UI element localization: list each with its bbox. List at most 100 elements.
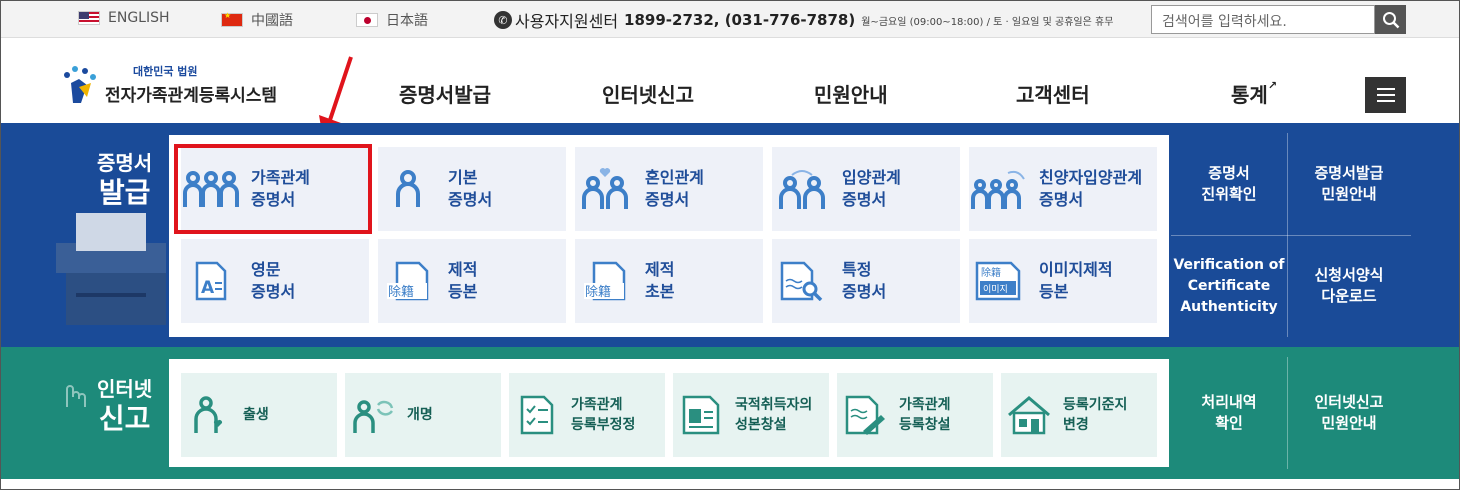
tile-line: 국적취득자의 bbox=[735, 397, 813, 413]
tile-line: 등록기준지 bbox=[1063, 397, 1128, 413]
side-line: 확인 bbox=[1215, 414, 1243, 432]
removed-register-icon: 除籍 bbox=[387, 261, 429, 301]
nav-customer-center[interactable]: 고객센터 bbox=[1016, 79, 1090, 108]
certificate-guide-link[interactable]: 증명서발급 민원안내 bbox=[1288, 133, 1410, 235]
tile-marriage-certificate[interactable]: 혼인관계 증명서 bbox=[575, 147, 763, 231]
side-line: 증명서 bbox=[1208, 164, 1250, 182]
tile-line: 등록부정정 bbox=[571, 417, 636, 433]
side-line: 진위확인 bbox=[1201, 185, 1257, 203]
tile-line: 입양관계 bbox=[842, 168, 901, 187]
tile-basic-certificate[interactable]: 기본 증명서 bbox=[378, 147, 566, 231]
tile-naturalized-surname-creation[interactable]: 국적취득자의 성본창설 bbox=[673, 373, 829, 457]
nav-internet-report[interactable]: 인터넷신고 bbox=[602, 79, 694, 108]
search-button[interactable] bbox=[1375, 5, 1406, 34]
tile-adoption-certificate[interactable]: 입양관계 증명서 bbox=[772, 147, 960, 231]
tile-specific-certificate[interactable]: 특정 증명서 bbox=[772, 239, 960, 323]
printer-illustration-icon bbox=[56, 213, 166, 325]
nav-statistics[interactable]: 통계↗ bbox=[1231, 79, 1277, 108]
tile-line: 친양자입양관계 bbox=[1039, 168, 1143, 187]
svg-text:A: A bbox=[201, 278, 215, 298]
china-flag-icon bbox=[221, 11, 243, 27]
document-search-icon bbox=[780, 261, 823, 301]
hamburger-menu-button[interactable] bbox=[1365, 77, 1406, 113]
form-download-link[interactable]: 신청서양식 다운로드 bbox=[1288, 236, 1410, 336]
site-logo[interactable]: 대한민국 법원 전자가족관계등록시스템 bbox=[57, 63, 277, 107]
internet-report-guide-link[interactable]: 인터넷신고 민원안내 bbox=[1288, 359, 1410, 467]
tile-line: 초본 bbox=[645, 282, 675, 301]
tile-registration-base-change[interactable]: 등록기준지 변경 bbox=[1001, 373, 1157, 457]
side-line: 민원안내 bbox=[1321, 185, 1377, 203]
language-chinese[interactable]: 中國語 bbox=[221, 10, 293, 30]
hamburger-line bbox=[1376, 88, 1395, 90]
stamp-text: 除籍 bbox=[585, 284, 611, 300]
tile-register-creation[interactable]: 가족관계 등록창설 bbox=[837, 373, 993, 457]
stamp-text: 除籍 bbox=[981, 266, 1001, 279]
tile-removed-register-copy[interactable]: 除籍 제적 등본 bbox=[378, 239, 566, 323]
section-title-line: 증명서 bbox=[97, 151, 153, 175]
full-adoption-icon bbox=[971, 170, 1025, 209]
tile-line: 이미지제적 bbox=[1039, 260, 1113, 279]
certificate-section-title: 증명서 발급 bbox=[97, 147, 152, 210]
tile-line: 제적 bbox=[448, 260, 478, 279]
phone-icon: ✆ bbox=[494, 11, 512, 29]
english-document-icon: A bbox=[195, 261, 227, 301]
nav-certificate[interactable]: 증명서발급 bbox=[399, 79, 491, 108]
certificate-verification-link[interactable]: 증명서진위확인 bbox=[1171, 133, 1287, 235]
utility-bar: ENGLISH 中國語 日本語 ✆ 사용자지원센터 1899-2732, (03… bbox=[1, 1, 1459, 38]
house-icon bbox=[1008, 396, 1050, 435]
tile-line: 영문 bbox=[251, 260, 281, 279]
side-line: 인터넷신고 bbox=[1314, 393, 1384, 411]
search-icon bbox=[1382, 11, 1399, 28]
language-japanese[interactable]: 日本語 bbox=[356, 10, 428, 30]
tile-line: 제적 bbox=[645, 260, 675, 279]
tile-english-certificate[interactable]: A 영문증명서 bbox=[181, 239, 369, 323]
person-icon bbox=[396, 170, 420, 207]
tile-line: 등록창설 bbox=[899, 417, 951, 433]
tile-register-correction[interactable]: 가족관계 등록부정정 bbox=[509, 373, 665, 457]
side-line: 다운로드 bbox=[1321, 287, 1377, 305]
support-hours: 월~금요일 (09:00~18:00) / 토 · 일요일 및 공휴일은 휴무 bbox=[861, 16, 1114, 28]
tile-line: 증명서 bbox=[645, 190, 690, 209]
couple-heart-icon bbox=[582, 168, 628, 209]
tile-removed-register-excerpt[interactable]: 除籍 제적초본 bbox=[575, 239, 763, 323]
language-english[interactable]: ENGLISH bbox=[78, 10, 170, 26]
hamburger-line bbox=[1376, 94, 1395, 96]
stamp-text: 이미지 bbox=[983, 284, 1008, 295]
side-line: 처리내역 bbox=[1201, 393, 1257, 411]
nav-statistics-label: 통계 bbox=[1231, 83, 1268, 107]
tile-line: 증명서 bbox=[842, 282, 887, 301]
tile-birth-report[interactable]: 출생 bbox=[181, 373, 337, 457]
document-pen-icon bbox=[845, 395, 885, 435]
logo-title: 전자가족관계등록시스템 bbox=[105, 86, 278, 106]
section-title-line: 인터넷 bbox=[97, 377, 153, 401]
tile-full-adoption-certificate[interactable]: 친양자입양관계증명서 bbox=[969, 147, 1157, 231]
logo-small-text: 대한민국 법원 bbox=[133, 65, 198, 78]
tile-line: 증명서 bbox=[1039, 190, 1084, 209]
laptop-hand-icon bbox=[66, 385, 86, 407]
checklist-document-icon bbox=[520, 395, 554, 435]
us-flag-icon bbox=[78, 11, 100, 25]
tile-name-change-report[interactable]: 개명 bbox=[345, 373, 501, 457]
verification-english-link[interactable]: Verification of Certificate Authenticity bbox=[1171, 236, 1287, 336]
language-label: 中國語 bbox=[251, 13, 293, 29]
language-label: ENGLISH bbox=[108, 10, 170, 26]
tile-line: 출생 bbox=[243, 407, 269, 423]
nav-civil-guide[interactable]: 민원안내 bbox=[814, 79, 888, 108]
image-register-icon: 除籍 이미지 bbox=[975, 261, 1021, 301]
support-label: 사용자지원센터 bbox=[515, 12, 619, 31]
stamp-text: 除籍 bbox=[388, 284, 414, 300]
tile-line: 증명서 bbox=[251, 282, 296, 301]
tile-line: 증명서 bbox=[448, 190, 493, 209]
internet-report-section-title: 인터넷 신고 bbox=[97, 373, 152, 436]
processing-history-link[interactable]: 처리내역확인 bbox=[1171, 359, 1287, 467]
section-title-line: 신고 bbox=[98, 402, 151, 435]
red-highlight-box bbox=[174, 144, 372, 234]
tile-image-register-copy[interactable]: 除籍 이미지 이미지제적 등본 bbox=[969, 239, 1157, 323]
japan-flag-icon bbox=[356, 13, 378, 27]
external-link-icon: ↗ bbox=[1267, 79, 1278, 92]
rename-icon bbox=[353, 400, 394, 433]
search-input[interactable]: 검색어를 입력하세요. bbox=[1151, 5, 1375, 34]
removed-register-excerpt-icon: 除籍 bbox=[584, 261, 626, 301]
adoption-icon bbox=[779, 170, 825, 209]
side-line: Verification of bbox=[1173, 256, 1285, 273]
